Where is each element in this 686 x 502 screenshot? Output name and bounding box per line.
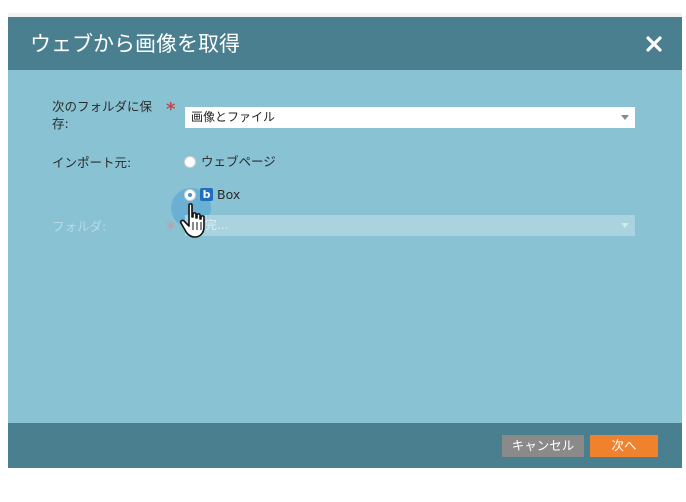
radio-box-label: Box xyxy=(217,187,241,202)
get-image-from-web-dialog: ウェブから画像を取得 次のフォルダに保存: * 画像とファイル インポート元: … xyxy=(8,17,682,468)
save-to-folder-select[interactable]: 画像とファイル xyxy=(185,107,635,128)
import-source-label: インポート元: xyxy=(52,155,132,170)
chevron-down-icon xyxy=(621,115,629,120)
close-icon[interactable] xyxy=(644,34,664,54)
required-star: * xyxy=(166,99,176,120)
dialog-footer: キャンセル 次へ xyxy=(8,423,682,468)
required-star-disabled: * xyxy=(166,218,176,239)
radio-webpage-label: ウェブページ xyxy=(201,154,276,169)
radio-webpage[interactable] xyxy=(184,156,196,168)
hand-pointer-icon xyxy=(179,203,205,238)
box-logo-icon: b xyxy=(200,188,213,201)
dialog-titlebar: ウェブから画像を取得 xyxy=(8,17,682,70)
dialog-title: ウェブから画像を取得 xyxy=(30,32,240,56)
next-button[interactable]: 次へ xyxy=(590,435,658,457)
save-to-label: 次のフォルダに保存: xyxy=(52,99,153,131)
folder-select[interactable]: 完... xyxy=(185,215,635,236)
cancel-button[interactable]: キャンセル xyxy=(502,435,584,457)
save-to-folder-value: 画像とファイル xyxy=(191,110,276,124)
radio-box[interactable] xyxy=(184,189,196,201)
folder-label: フォルダ: xyxy=(52,219,107,234)
chevron-down-icon xyxy=(621,223,629,228)
